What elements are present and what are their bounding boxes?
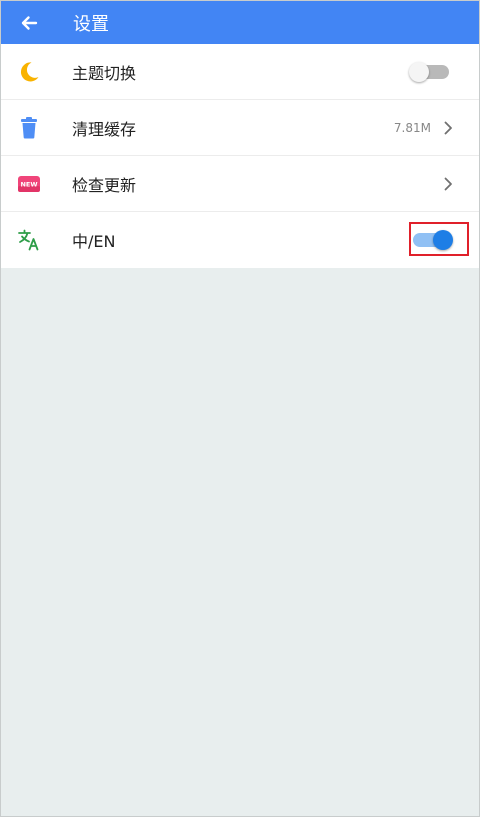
settings-item-label: 主题切换	[72, 63, 137, 83]
settings-item-label: 清理缓存	[72, 119, 137, 139]
trash-icon-wrap	[1, 100, 57, 155]
highlight-box	[409, 222, 469, 256]
cache-size-value: 7.81M	[393, 120, 431, 135]
theme-toggle[interactable]	[409, 57, 453, 87]
settings-item-clear-cache[interactable]: 清理缓存 7.81M	[1, 100, 479, 156]
settings-item-language[interactable]: 中/EN	[1, 212, 479, 268]
settings-item-check-update[interactable]: NEW 检查更新	[1, 156, 479, 212]
translate-icon	[18, 229, 39, 251]
page-title: 设置	[73, 13, 109, 35]
new-badge-icon: NEW	[18, 175, 40, 192]
chevron-right-icon	[437, 173, 459, 195]
arrow-left-icon	[21, 15, 38, 30]
moon-icon	[20, 61, 39, 81]
settings-list: 主题切换 清理缓存 7.81M NEW 检查更新 中/EN	[1, 44, 479, 268]
back-button[interactable]	[1, 1, 57, 44]
new-badge-text: NEW	[20, 180, 37, 188]
translate-icon-wrap	[1, 213, 57, 268]
new-badge-icon-wrap: NEW	[1, 156, 57, 211]
settings-item-label: 中/EN	[72, 232, 116, 251]
settings-item-theme[interactable]: 主题切换	[1, 44, 479, 100]
toggle-thumb	[409, 61, 429, 82]
chevron-right-icon	[437, 117, 459, 139]
settings-item-label: 检查更新	[72, 175, 137, 195]
moon-icon-wrap	[1, 44, 57, 99]
screen: 设置 主题切换 清理缓存 7.81M NEW 检查更新 中/EN	[0, 0, 480, 817]
trash-icon	[21, 116, 37, 138]
app-bar: 设置	[1, 1, 479, 44]
